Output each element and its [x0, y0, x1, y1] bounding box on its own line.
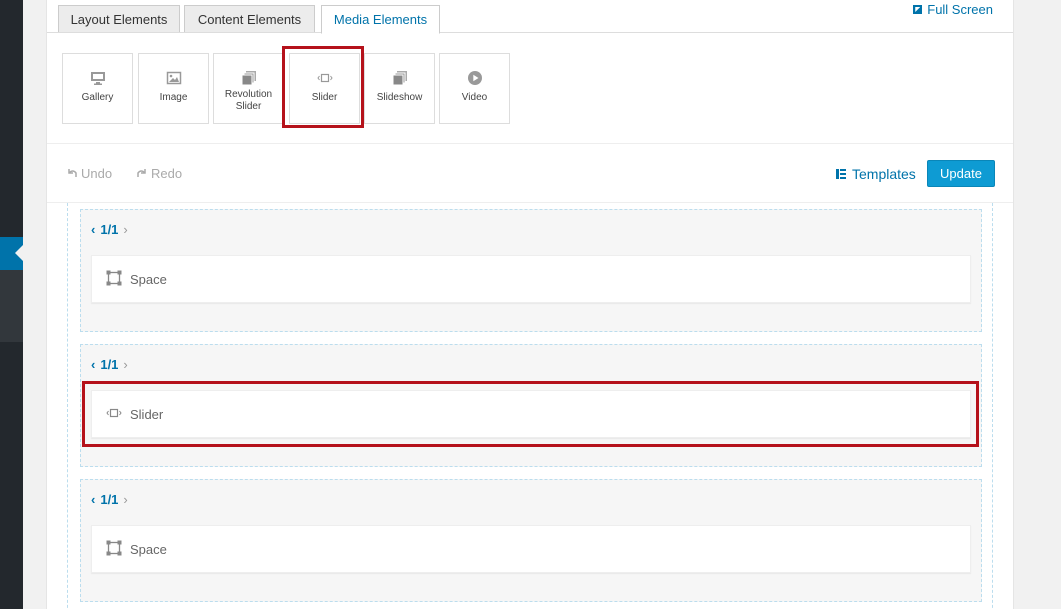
element-label: Space [130, 541, 167, 557]
stack-icon [392, 70, 408, 86]
admin-submenu-block[interactable] [0, 270, 23, 342]
redo-button[interactable]: Redo [137, 166, 182, 181]
row-fraction: 1/1 [100, 492, 119, 507]
tabs-divider [47, 32, 1013, 33]
slider-tile-highlight [282, 46, 364, 128]
builder-toolbar: Undo Redo Templates Update [47, 156, 1013, 190]
templates-icon [836, 166, 846, 182]
undo-icon [67, 166, 77, 181]
stack-icon [241, 70, 257, 86]
templates-label: Templates [852, 166, 916, 182]
row-column-nav: ‹ 1/1 › [91, 357, 128, 372]
tile-gallery[interactable]: Gallery [62, 53, 133, 124]
tile-revolution-slider-label: Revolution Slider [224, 89, 273, 112]
space-icon [106, 540, 122, 559]
redo-icon [137, 166, 147, 181]
redo-label: Redo [151, 166, 183, 181]
fullscreen-link[interactable]: Full Screen [913, 2, 993, 17]
chevron-right-icon[interactable]: › [123, 492, 127, 507]
builder-row[interactable]: ‹ 1/1 › Space [80, 209, 982, 332]
row-fraction: 1/1 [100, 357, 119, 372]
chevron-left-icon[interactable]: ‹ [91, 222, 95, 237]
chevron-right-icon[interactable]: › [123, 222, 127, 237]
undo-label: Undo [81, 166, 113, 181]
row-column-nav: ‹ 1/1 › [91, 222, 128, 237]
chevron-left-icon[interactable]: ‹ [91, 492, 95, 507]
tile-gallery-label: Gallery [81, 92, 114, 103]
fullscreen-label: Full Screen [927, 2, 993, 17]
slider-element-highlight [82, 381, 979, 447]
tile-slideshow[interactable]: Slideshow [364, 53, 435, 124]
chevron-right-icon[interactable]: › [123, 357, 127, 372]
space-icon [106, 270, 122, 289]
row-fraction: 1/1 [100, 222, 119, 237]
element-label: Space [130, 271, 167, 287]
tile-image-label: Image [159, 92, 188, 103]
templates-button[interactable]: Templates [836, 166, 916, 182]
tile-slideshow-label: Slideshow [376, 92, 423, 103]
undo-button[interactable]: Undo [67, 166, 112, 181]
tab-layout-elements[interactable]: Layout Elements [58, 5, 180, 33]
active-menu-arrow [15, 245, 23, 261]
tile-video[interactable]: Video [439, 53, 510, 124]
space-element[interactable]: Space [91, 255, 971, 303]
tile-revolution-slider[interactable]: Revolution Slider [213, 53, 284, 124]
tile-image[interactable]: Image [138, 53, 209, 124]
update-button[interactable]: Update [927, 160, 995, 187]
tile-video-label: Video [461, 92, 488, 103]
monitor-icon [90, 70, 106, 86]
toolbar-divider [47, 143, 1013, 144]
space-element[interactable]: Space [91, 525, 971, 573]
image-icon [166, 70, 182, 86]
builder-row[interactable]: ‹ 1/1 › Space [80, 479, 982, 602]
row-column-nav: ‹ 1/1 › [91, 492, 128, 507]
tab-media-elements[interactable]: Media Elements [321, 5, 440, 34]
builder-panel: Layout Elements Content Elements Media E… [46, 0, 1014, 609]
fullscreen-icon [913, 5, 923, 14]
tab-content-elements[interactable]: Content Elements [184, 5, 315, 33]
play-icon [467, 70, 483, 86]
admin-sidebar [0, 0, 23, 609]
chevron-left-icon[interactable]: ‹ [91, 357, 95, 372]
